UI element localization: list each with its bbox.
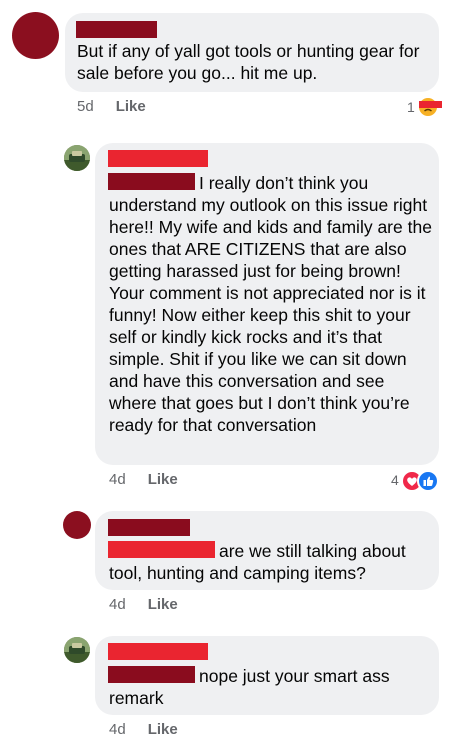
- redaction-mark: [419, 101, 442, 108]
- comment-bubble: I really don’t think you understand my o…: [95, 143, 439, 465]
- comment-timestamp[interactable]: 4d: [109, 596, 126, 613]
- comment-timestamp[interactable]: 5d: [77, 98, 94, 115]
- commenter-avatar[interactable]: [64, 637, 90, 663]
- redacted-author-name[interactable]: [76, 21, 157, 38]
- like-button[interactable]: Like: [148, 596, 178, 613]
- redacted-author-name[interactable]: [108, 519, 190, 536]
- comment-bubble: But if any of yall got tools or hunting …: [65, 13, 439, 92]
- comment-text: nope just your smart ass remark: [109, 666, 390, 708]
- comment-bubble: are we still talking about tool, hunting…: [95, 511, 439, 590]
- comment-meta: 5d Like: [77, 98, 146, 116]
- comment-timestamp[interactable]: 4d: [109, 471, 126, 488]
- like-button[interactable]: Like: [148, 721, 178, 738]
- like-button[interactable]: Like: [116, 98, 146, 115]
- redacted-author-name[interactable]: [108, 643, 208, 660]
- redacted-author-name[interactable]: [108, 150, 208, 167]
- comment-bubble: nope just your smart ass remark: [95, 636, 439, 715]
- commenter-avatar[interactable]: [64, 145, 90, 171]
- comment-meta: 4d Like: [109, 721, 178, 739]
- reaction-count[interactable]: 4: [391, 471, 399, 489]
- comment-meta: 4d Like: [109, 471, 178, 489]
- comment-text: I really don’t think you understand my o…: [109, 173, 432, 435]
- commenter-avatar[interactable]: [63, 511, 91, 539]
- commenter-avatar[interactable]: [12, 12, 59, 59]
- comment-text: But if any of yall got tools or hunting …: [77, 41, 420, 83]
- thumbs-up-icon[interactable]: [417, 470, 439, 492]
- comment-timestamp[interactable]: 4d: [109, 721, 126, 738]
- reaction-count[interactable]: 1: [407, 98, 415, 116]
- comment-meta: 4d Like: [109, 596, 178, 614]
- comment-text: are we still talking about tool, hunting…: [109, 541, 406, 583]
- like-button[interactable]: Like: [148, 471, 178, 488]
